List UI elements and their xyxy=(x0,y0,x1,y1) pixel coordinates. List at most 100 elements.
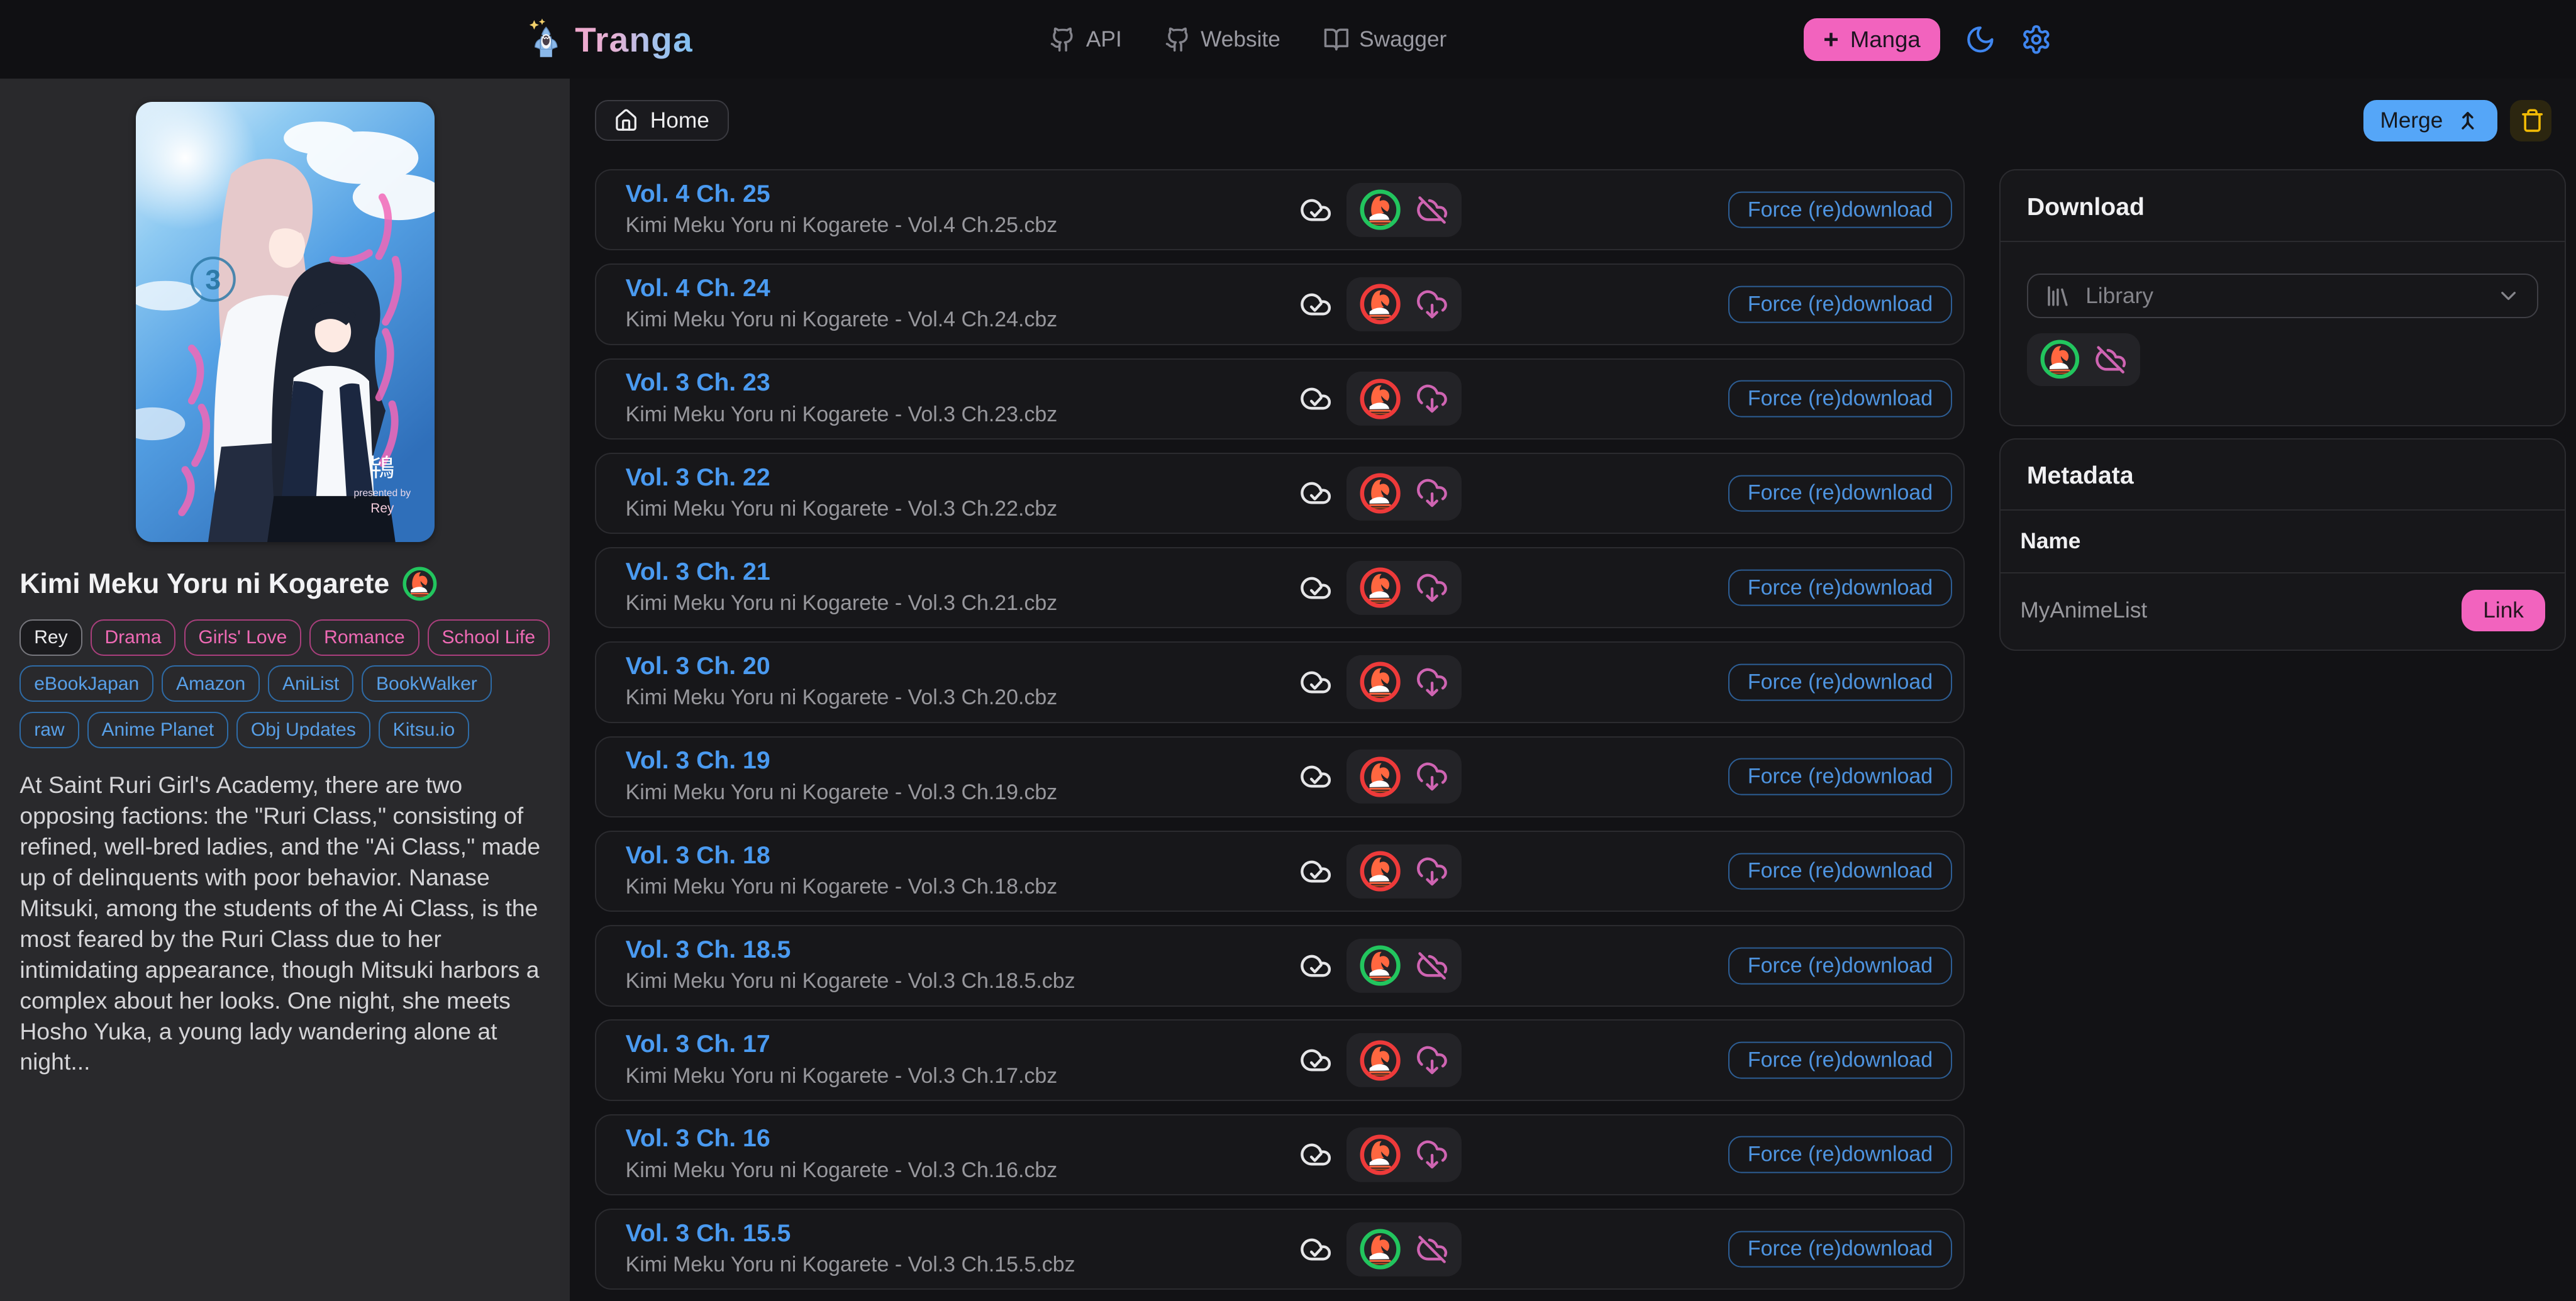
tag-chip[interactable]: Amazon xyxy=(162,665,260,702)
cloud-check-icon xyxy=(1299,666,1332,699)
tag-list: ReyDramaGirls' LoveRomanceSchool LifeeBo… xyxy=(19,619,550,748)
cover-author: Rey xyxy=(370,501,394,516)
force-redownload-button[interactable]: Force (re)download xyxy=(1728,1042,1952,1079)
chapter-title-link[interactable]: Vol. 3 Ch. 16 xyxy=(626,1125,770,1153)
chapter-title-link[interactable]: Vol. 3 Ch. 22 xyxy=(626,464,770,492)
chapter-card: Vol. 3 Ch. 15.5 Kimi Meku Yoru ni Kogare… xyxy=(595,1209,1965,1290)
chapter-card: Vol. 3 Ch. 18.5 Kimi Meku Yoru ni Kogare… xyxy=(595,925,1965,1006)
library-icon xyxy=(2045,283,2071,309)
chapter-filename: Kimi Meku Yoru ni Kogarete - Vol.3 Ch.20… xyxy=(626,685,1058,710)
tag-chip[interactable]: Anime Planet xyxy=(87,712,228,748)
chapter-card: Vol. 3 Ch. 18 Kimi Meku Yoru ni Kogarete… xyxy=(595,831,1965,912)
chapter-title-link[interactable]: Vol. 3 Ch. 21 xyxy=(626,558,770,586)
chapter-filename: Kimi Meku Yoru ni Kogarete - Vol.4 Ch.25… xyxy=(626,213,1058,238)
theme-toggle-button[interactable] xyxy=(1965,24,1996,55)
github-icon xyxy=(1165,26,1191,53)
source-status-group xyxy=(1346,939,1462,993)
chapter-filename: Kimi Meku Yoru ni Kogarete - Vol.3 Ch.16… xyxy=(626,1158,1058,1183)
force-redownload-button[interactable]: Force (re)download xyxy=(1728,475,1952,512)
cloud-download-icon xyxy=(1416,1044,1448,1077)
tag-chip[interactable]: Obj Updates xyxy=(236,712,370,748)
merge-button[interactable]: Merge xyxy=(2363,100,2497,141)
home-label: Home xyxy=(650,108,709,133)
mangadex-source-icon xyxy=(402,567,437,601)
mangadex-icon xyxy=(1360,567,1401,608)
force-redownload-button[interactable]: Force (re)download xyxy=(1728,191,1952,228)
app-logo[interactable]: Tranga xyxy=(524,17,693,62)
delete-manga-button[interactable] xyxy=(2510,100,2551,141)
download-panel: Download Library xyxy=(1999,169,2566,426)
force-redownload-button[interactable]: Force (re)download xyxy=(1728,758,1952,795)
app-title: Tranga xyxy=(575,19,693,60)
mangadex-icon xyxy=(1360,379,1401,419)
cloud-check-icon xyxy=(1299,477,1332,509)
source-status-group xyxy=(1346,844,1462,898)
cover-volume-number: 3 xyxy=(205,265,221,296)
tag-chip[interactable]: raw xyxy=(19,712,79,748)
source-status-group xyxy=(1346,1222,1462,1276)
nav-link-swagger[interactable]: Swagger xyxy=(1323,26,1447,53)
chapter-title-link[interactable]: Vol. 3 Ch. 18 xyxy=(626,842,770,870)
nav-link-website[interactable]: Website xyxy=(1165,26,1280,53)
metadata-panel: Metadata Name MyAnimeList Link xyxy=(1999,438,2566,651)
chapter-title-link[interactable]: Vol. 4 Ch. 24 xyxy=(626,275,770,302)
tag-chip: Romance xyxy=(309,619,419,656)
house-icon xyxy=(614,108,638,133)
chapter-card: Vol. 3 Ch. 21 Kimi Meku Yoru ni Kogarete… xyxy=(595,547,1965,628)
chapter-card: Vol. 3 Ch. 22 Kimi Meku Yoru ni Kogarete… xyxy=(595,453,1965,534)
tag-chip[interactable]: AniList xyxy=(268,665,353,702)
cloud-download-icon xyxy=(1416,855,1448,887)
merge-icon xyxy=(2455,108,2481,134)
force-redownload-button[interactable]: Force (re)download xyxy=(1728,380,1952,418)
cloud-check-icon xyxy=(1299,572,1332,604)
cloud-check-icon xyxy=(1299,1138,1332,1171)
chapter-title-link[interactable]: Vol. 3 Ch. 15.5 xyxy=(626,1220,791,1248)
home-button[interactable]: Home xyxy=(595,100,729,141)
force-redownload-button[interactable]: Force (re)download xyxy=(1728,948,1952,985)
cloud-check-icon xyxy=(1299,1233,1332,1266)
library-select[interactable]: Library xyxy=(2027,274,2539,319)
download-source-status xyxy=(2027,333,2140,386)
tag-chip[interactable]: eBookJapan xyxy=(19,665,153,702)
library-select-placeholder: Library xyxy=(2085,284,2153,309)
cloud-check-icon xyxy=(1299,760,1332,793)
cloud-download-icon xyxy=(1416,760,1448,793)
chapter-title-link[interactable]: Vol. 3 Ch. 20 xyxy=(626,653,770,680)
chapter-title-link[interactable]: Vol. 3 Ch. 23 xyxy=(626,369,770,397)
chapter-title-link[interactable]: Vol. 4 Ch. 25 xyxy=(626,180,770,208)
source-status-group xyxy=(1346,750,1462,804)
chapter-title-link[interactable]: Vol. 3 Ch. 19 xyxy=(626,747,770,775)
mangadex-icon xyxy=(2040,340,2080,379)
settings-button[interactable] xyxy=(2021,24,2052,55)
add-manga-button[interactable]: + Manga xyxy=(1804,18,1940,61)
cloud-download-icon xyxy=(1416,477,1448,509)
chapter-filename: Kimi Meku Yoru ni Kogarete - Vol.3 Ch.18… xyxy=(626,969,1075,994)
source-status-group xyxy=(1346,561,1462,615)
force-redownload-button[interactable]: Force (re)download xyxy=(1728,569,1952,606)
nav-links: API Website Swagger xyxy=(1050,26,1446,53)
force-redownload-button[interactable]: Force (re)download xyxy=(1728,664,1952,701)
github-icon xyxy=(1050,26,1076,53)
tag-chip[interactable]: Kitsu.io xyxy=(379,712,469,748)
metadata-site-name: MyAnimeList xyxy=(2020,598,2147,623)
tag-chip[interactable]: BookWalker xyxy=(362,665,492,702)
mangadex-icon xyxy=(1360,1229,1401,1270)
chapter-card: Vol. 4 Ch. 24 Kimi Meku Yoru ni Kogarete… xyxy=(595,263,1965,345)
cloud-off-icon xyxy=(1416,1233,1448,1266)
cloud-off-icon xyxy=(1416,194,1448,226)
force-redownload-button[interactable]: Force (re)download xyxy=(1728,1136,1952,1173)
tranga-app: Tranga API Website Swagger + xyxy=(0,0,2576,1301)
nav-link-label: Website xyxy=(1201,27,1280,52)
tag-chip: School Life xyxy=(428,619,550,656)
force-redownload-button[interactable]: Force (re)download xyxy=(1728,286,1952,323)
nav-link-api[interactable]: API xyxy=(1050,26,1121,53)
source-status-group xyxy=(1346,655,1462,709)
chapter-title-link[interactable]: Vol. 3 Ch. 17 xyxy=(626,1031,770,1058)
link-button[interactable]: Link xyxy=(2462,590,2545,631)
chapter-filename: Kimi Meku Yoru ni Kogarete - Vol.3 Ch.23… xyxy=(626,402,1058,427)
source-status-group xyxy=(1346,277,1462,331)
chapter-title-link[interactable]: Vol. 3 Ch. 18.5 xyxy=(626,936,791,964)
force-redownload-button[interactable]: Force (re)download xyxy=(1728,853,1952,890)
cloud-download-icon xyxy=(1416,572,1448,604)
force-redownload-button[interactable]: Force (re)download xyxy=(1728,1231,1952,1268)
